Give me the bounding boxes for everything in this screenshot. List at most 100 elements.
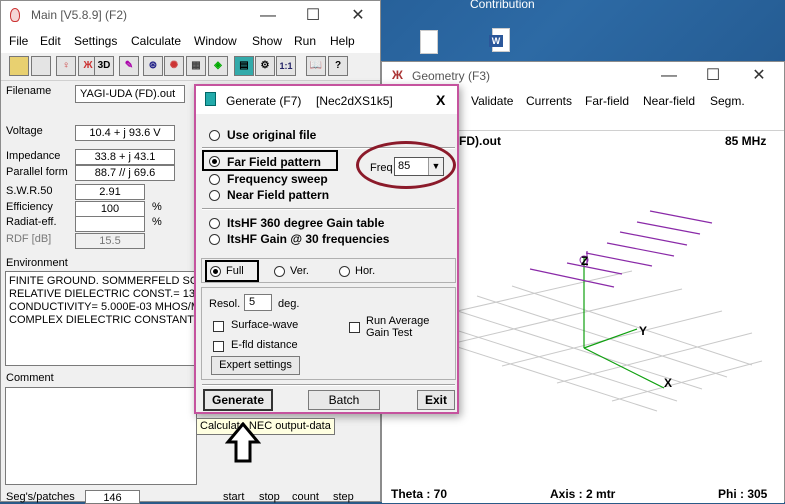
desktop-label: Contribution (470, 0, 535, 11)
maximize-button[interactable]: ☐ (296, 1, 330, 31)
geometry-minimize-button[interactable]: — (652, 62, 686, 90)
use-original-file-label[interactable]: Use original file (227, 128, 316, 142)
ver-radio[interactable] (274, 266, 285, 277)
resol-field[interactable]: 5 (244, 294, 272, 311)
open-folder-icon[interactable] (9, 56, 29, 76)
geometry-title: Geometry (F3) (412, 69, 491, 83)
freq-dropdown[interactable]: 85 ▼ (394, 157, 444, 176)
efficiency-label: Efficiency (6, 201, 53, 213)
geometry-close-button[interactable]: ✕ (742, 62, 776, 90)
itshf-30-label[interactable]: ItsHF Gain @ 30 frequencies (227, 232, 389, 246)
menu-run[interactable]: Run (294, 34, 316, 48)
menu-file[interactable]: File (9, 34, 28, 48)
close-button[interactable]: ✕ (341, 1, 375, 31)
batch-button[interactable]: Batch (308, 390, 380, 410)
near-field-pattern-radio[interactable] (209, 190, 220, 201)
radiat-eff-unit: % (152, 216, 162, 228)
near-field-pattern-label[interactable]: Near Field pattern (227, 188, 329, 202)
exit-button[interactable]: Exit (417, 390, 455, 410)
radiat-eff-label: Radiat-eff. (6, 216, 57, 228)
itshf-30-radio[interactable] (209, 234, 220, 245)
minimize-button[interactable]: — (251, 1, 285, 31)
dialog-close-button[interactable]: X (436, 92, 445, 108)
menu-edit[interactable]: Edit (40, 34, 61, 48)
menu-calculate[interactable]: Calculate (131, 34, 181, 48)
run-average-label[interactable]: Run Average (366, 315, 429, 327)
stop-label: stop (259, 491, 280, 503)
chevron-down-icon[interactable]: ▼ (428, 158, 443, 175)
geometry-maximize-button[interactable]: ☐ (696, 62, 730, 90)
e-fld-distance-label[interactable]: E-fld distance (231, 339, 298, 351)
axes (583, 256, 665, 389)
geometry-menu-far-field[interactable]: Far-field (585, 94, 629, 108)
calculator-icon[interactable]: ▤ (234, 56, 254, 76)
edit-icon[interactable]: ✎ (119, 56, 139, 76)
environment-box[interactable]: FINITE GROUND. SOMMERFELD SO RELATIVE DI… (5, 271, 197, 366)
e-fld-distance-checkbox[interactable] (213, 341, 224, 352)
chart-icon[interactable]: ◈ (208, 56, 228, 76)
file-icon[interactable] (420, 30, 438, 54)
full-radio[interactable] (210, 266, 221, 277)
gain-test-label[interactable]: Gain Test (366, 327, 412, 339)
generate-tooltip: Calculate NEC output-data (196, 418, 335, 435)
theta-readout: Theta : 70 (391, 487, 448, 501)
itshf-360-label[interactable]: ItsHF 360 degree Gain table (227, 216, 384, 230)
copy-icon[interactable] (31, 56, 51, 76)
environment-line: CONDUCTIVITY= 5.000E-03 MHOS/M (9, 301, 197, 313)
impedance-label: Impedance (6, 150, 61, 162)
menu-show[interactable]: Show (252, 34, 282, 48)
geometry-menu-validate[interactable]: Validate (471, 94, 513, 108)
segs-label: Seg's/patches (6, 491, 75, 503)
geometry-menu-near-field[interactable]: Near-field (643, 94, 695, 108)
geometry-file-label: FD).out (459, 134, 501, 148)
surface-wave-label[interactable]: Surface-wave (231, 319, 298, 331)
generate-dialog: Generate (F7) [Nec2dXS1k5] X Use origina… (194, 84, 459, 414)
generate-button[interactable]: Generate (203, 389, 273, 411)
grid-icon[interactable]: ▦ (186, 56, 206, 76)
settings-icon[interactable]: ⚙ (255, 56, 275, 76)
separator (202, 208, 455, 210)
separator (202, 384, 455, 386)
z-axis-label: Z (581, 254, 589, 268)
expert-settings-button[interactable]: Expert settings (211, 356, 300, 375)
run-average-gain-checkbox[interactable] (349, 322, 360, 333)
itshf-360-radio[interactable] (209, 218, 220, 229)
frequency-sweep-radio[interactable] (209, 174, 220, 185)
help-icon[interactable]: ? (328, 56, 348, 76)
filename-label: Filename (6, 85, 52, 97)
menu-window[interactable]: Window (194, 34, 237, 48)
pattern-icon[interactable]: ✺ (164, 56, 184, 76)
word-document-icon[interactable]: W (489, 28, 510, 52)
impedance-field: 33.8 + j 43.1 (75, 149, 175, 165)
use-original-file-radio[interactable] (209, 130, 220, 141)
main-title: Main [V5.8.9] (F2) (31, 8, 128, 22)
view-3d-icon[interactable]: 3D (94, 56, 114, 76)
geometry-menu-currents[interactable]: Currents (526, 94, 572, 108)
comment-box[interactable] (5, 387, 197, 485)
hor-label[interactable]: Hor. (355, 265, 375, 277)
step-label: step (333, 491, 354, 503)
frequency-sweep-label[interactable]: Frequency sweep (227, 172, 328, 186)
geometry-menu-segm[interactable]: Segm. (710, 94, 745, 108)
axis-readout: Axis : 2 mtr (550, 487, 616, 501)
environment-line: COMPLEX DIELECTRIC CONSTANT= (9, 314, 197, 326)
hor-radio[interactable] (339, 266, 350, 277)
menu-settings[interactable]: Settings (74, 34, 117, 48)
far-field-pattern-label[interactable]: Far Field pattern (227, 155, 321, 169)
full-label[interactable]: Full (226, 265, 244, 277)
ver-label[interactable]: Ver. (290, 265, 309, 277)
resol-label: Resol. (209, 298, 241, 310)
ns-icon[interactable]: ⊛ (143, 56, 163, 76)
environment-line: RELATIVE DIELECTRIC CONST.= 13. (9, 288, 197, 300)
environment-label: Environment (6, 257, 68, 269)
book-icon[interactable]: 📖 (306, 56, 326, 76)
menu-help[interactable]: Help (330, 34, 355, 48)
dialog-engine: [Nec2dXS1k5] (316, 94, 393, 108)
ratio-icon[interactable]: 1:1 (276, 56, 296, 76)
calculator-icon (205, 92, 216, 106)
surface-wave-checkbox[interactable] (213, 321, 224, 332)
far-field-pattern-radio[interactable] (209, 156, 220, 167)
filename-field[interactable]: YAGI-UDA (FD).out (75, 85, 185, 103)
freq-value: 85 (398, 160, 411, 172)
antenna-icon[interactable]: ♀ (56, 56, 76, 76)
